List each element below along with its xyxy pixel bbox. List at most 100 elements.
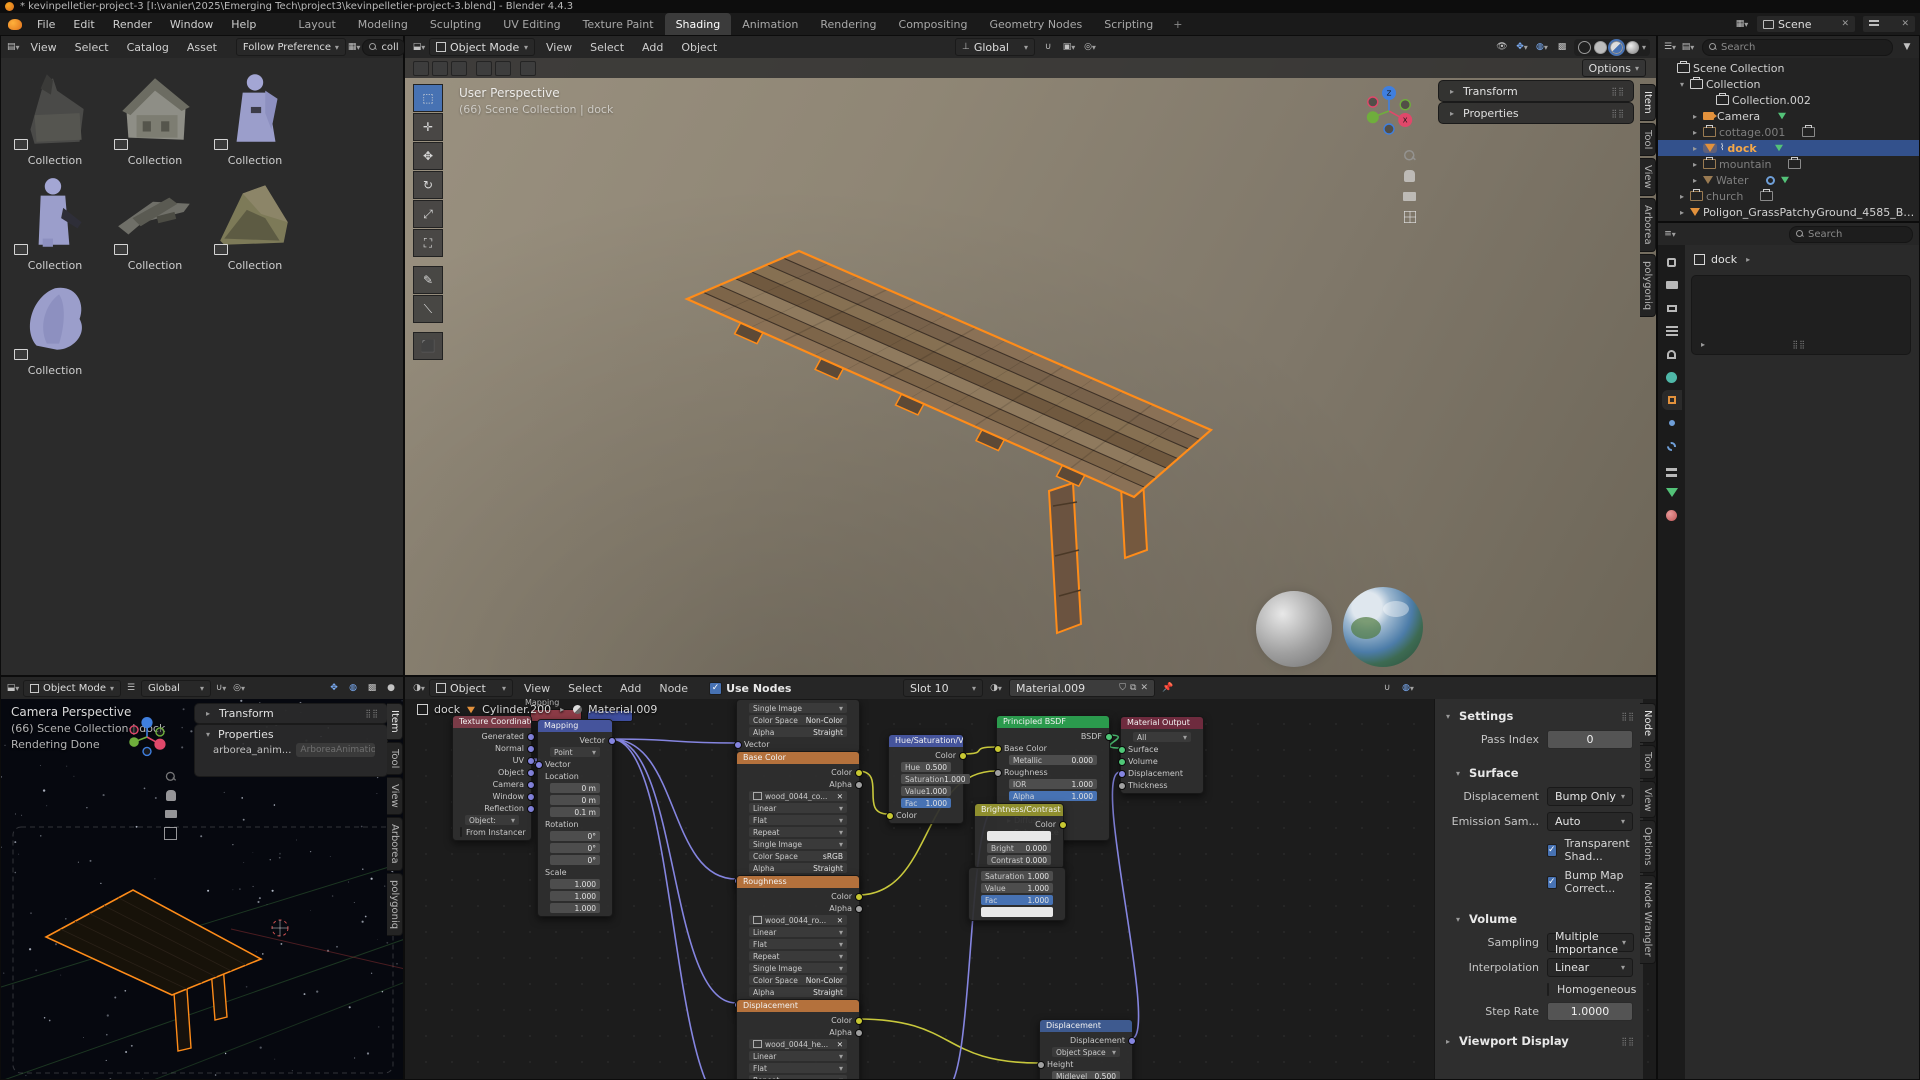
expand-icon[interactable]: ▾ (1677, 80, 1687, 89)
shader-type-dropdown[interactable]: Object ▾ (429, 679, 513, 697)
asset-item-rock[interactable]: Collection (207, 171, 303, 272)
value-field[interactable]: 0 m (538, 794, 612, 806)
tab-texture-paint[interactable]: Texture Paint (572, 13, 665, 35)
outliner-editor-icon[interactable]: ☰▾ (1662, 40, 1678, 54)
navigation-gizmo[interactable]: ZX (1354, 76, 1424, 146)
input-socket[interactable] (994, 769, 1002, 777)
tab-layout[interactable]: Layout (287, 13, 346, 35)
properties-tab-world[interactable] (1665, 370, 1679, 384)
camera-view-icon[interactable] (1403, 192, 1416, 201)
settings-section-header[interactable]: ▾Settings⣿⣿ (1435, 705, 1643, 727)
socket-uv[interactable]: UV (453, 754, 531, 766)
shader-tab-options[interactable]: Options (1640, 820, 1656, 873)
gizmo-toggle-icon[interactable]: ✥▾ (1514, 40, 1530, 54)
properties-tab-scene[interactable] (1665, 347, 1679, 361)
flat-dropdown[interactable]: Flat▾ (737, 1062, 859, 1074)
snap-magnet-icon[interactable]: ∪ (1379, 681, 1395, 695)
dock-object[interactable] (405, 36, 1657, 676)
expand-icon[interactable]: ▸ (1677, 208, 1687, 217)
camera-tab-arborea[interactable]: Arborea (387, 817, 403, 871)
viewport-editor-icon[interactable]: ⬓▾ (411, 40, 427, 54)
input-socket[interactable] (535, 761, 543, 769)
snap-toggle-c-icon[interactable] (520, 61, 536, 76)
sampling-dropdown[interactable]: Multiple Importance▾ (1547, 933, 1634, 952)
affect-parents-icon[interactable] (451, 61, 467, 76)
value-field[interactable]: 0 m (538, 782, 612, 794)
asset-menu-select[interactable]: Select (66, 41, 118, 54)
affect-origins-icon[interactable] (413, 61, 429, 76)
properties-tab-tool[interactable] (1665, 255, 1679, 269)
shading-solid-icon[interactable] (1594, 41, 1607, 54)
socket-alpha[interactable]: Alpha (737, 1026, 859, 1038)
socket-thickness[interactable]: Thickness (1121, 779, 1203, 791)
add-cube-tool[interactable]: ⬛ (413, 332, 443, 360)
shading-wireframe-icon[interactable] (1578, 41, 1591, 54)
asset-menu-asset[interactable]: Asset (178, 41, 226, 54)
outliner-row-water[interactable]: ▸Water (1658, 172, 1919, 188)
asset-item-knight2[interactable]: Collection (7, 171, 103, 272)
node-hue-saturation-value-2[interactable]: Saturation1.000Value1.000Fac1.000 (968, 867, 1066, 921)
output-socket[interactable] (855, 781, 863, 789)
menu-help[interactable]: Help (222, 18, 265, 31)
outliner-row-camera[interactable]: ▸Camera (1658, 108, 1919, 124)
socket-color[interactable]: Color (975, 818, 1063, 830)
menu-window[interactable]: Window (161, 18, 222, 31)
output-socket[interactable] (527, 745, 535, 753)
asset-menu-view[interactable]: View (22, 41, 66, 54)
interpolation-dropdown[interactable]: Linear▾ (1547, 958, 1633, 977)
breadcrumb-object[interactable]: dock (434, 703, 460, 716)
camera-tab-polygoniq[interactable]: polygoniq (387, 873, 403, 936)
saturation-field[interactable]: Saturation1.000 (969, 870, 1065, 882)
input-socket[interactable] (1037, 1061, 1045, 1069)
use-nodes-checkbox[interactable]: ✓ (709, 682, 722, 695)
value-field[interactable]: 1.000 (538, 890, 612, 902)
outliner-row-dock[interactable]: ▸⌇dock (1658, 140, 1919, 156)
bright-field[interactable]: Bright0.000 (975, 842, 1063, 854)
step-rate-value[interactable]: 1.0000 (1547, 1002, 1633, 1021)
workspace-switch-icon[interactable]: ▦▾ (1734, 17, 1750, 31)
flat-dropdown[interactable]: Flat▾ (737, 938, 859, 950)
viewport-tab-item[interactable]: Item (1640, 84, 1656, 121)
properties-tab-physics[interactable] (1665, 439, 1679, 453)
shader-tab-tool[interactable]: Tool (1640, 745, 1656, 778)
camera-tab-view[interactable]: View (387, 777, 403, 815)
viewport-menu-view[interactable]: View (537, 41, 581, 54)
panel-grip[interactable]: ⣿⣿ (1611, 87, 1625, 96)
volume-section-header[interactable]: ▾Volume (1435, 908, 1643, 930)
collection-badge-icon[interactable] (1802, 127, 1815, 137)
saturation-field[interactable]: Saturation1.000 (889, 773, 963, 785)
image-datablock-field[interactable]: wood_0044_he...✕ (737, 1038, 859, 1050)
asset-item-knight[interactable]: Collection (207, 66, 303, 167)
checkbox-from-instancer[interactable]: From Instancer (453, 826, 531, 838)
shader-tab-node-wrangler[interactable]: Node Wrangler (1640, 875, 1656, 964)
overlays-toggle-icon[interactable]: ◍ (345, 681, 361, 695)
midlevel-field[interactable]: Midlevel0.500 (1040, 1070, 1132, 1080)
repeat-dropdown[interactable]: Repeat▾ (737, 1074, 859, 1080)
snap-magnet-icon[interactable]: ∪ (1040, 40, 1056, 54)
pin-icon[interactable]: 📌 (1160, 681, 1176, 695)
input-socket[interactable] (1118, 758, 1126, 766)
socket-displacement[interactable]: Displacement (1040, 1034, 1132, 1046)
value-field[interactable]: 1.000 (538, 902, 612, 914)
surface-section-header[interactable]: ▾Surface (1435, 762, 1643, 784)
select-box-tool[interactable]: ⬚ (413, 84, 443, 112)
camera-mode-dropdown[interactable]: Object Mode ▾ (23, 680, 121, 697)
pass-index-value[interactable]: 0 (1547, 730, 1633, 749)
panel-expand-icon[interactable]: ▸ (1698, 340, 1708, 349)
value-field[interactable]: 0° (538, 830, 612, 842)
pan-hand-icon[interactable] (1404, 170, 1415, 182)
viewport-display-section-header[interactable]: ▸Viewport Display⣿⣿ (1435, 1030, 1643, 1052)
annotate-tool[interactable]: ✎ (413, 266, 443, 294)
hue-field[interactable]: Hue0.500 (889, 761, 963, 773)
input-socket[interactable] (1118, 746, 1126, 754)
breadcrumb-mesh[interactable]: Cylinder.200 (482, 703, 551, 716)
scene-selector[interactable]: Scene ✕ (1756, 15, 1856, 33)
output-socket[interactable] (855, 905, 863, 913)
value-field[interactable]: Value1.000 (889, 785, 963, 797)
shader-tab-view[interactable]: View (1640, 781, 1656, 819)
ortho-grid-icon[interactable] (1404, 211, 1416, 223)
output-socket[interactable] (1105, 733, 1113, 741)
unlink-material-icon[interactable]: ✕ (1140, 683, 1148, 693)
color-swatch[interactable] (969, 906, 1065, 918)
node-displacement[interactable]: DisplacementDisplacementObject Space▾Hei… (1039, 1019, 1133, 1080)
